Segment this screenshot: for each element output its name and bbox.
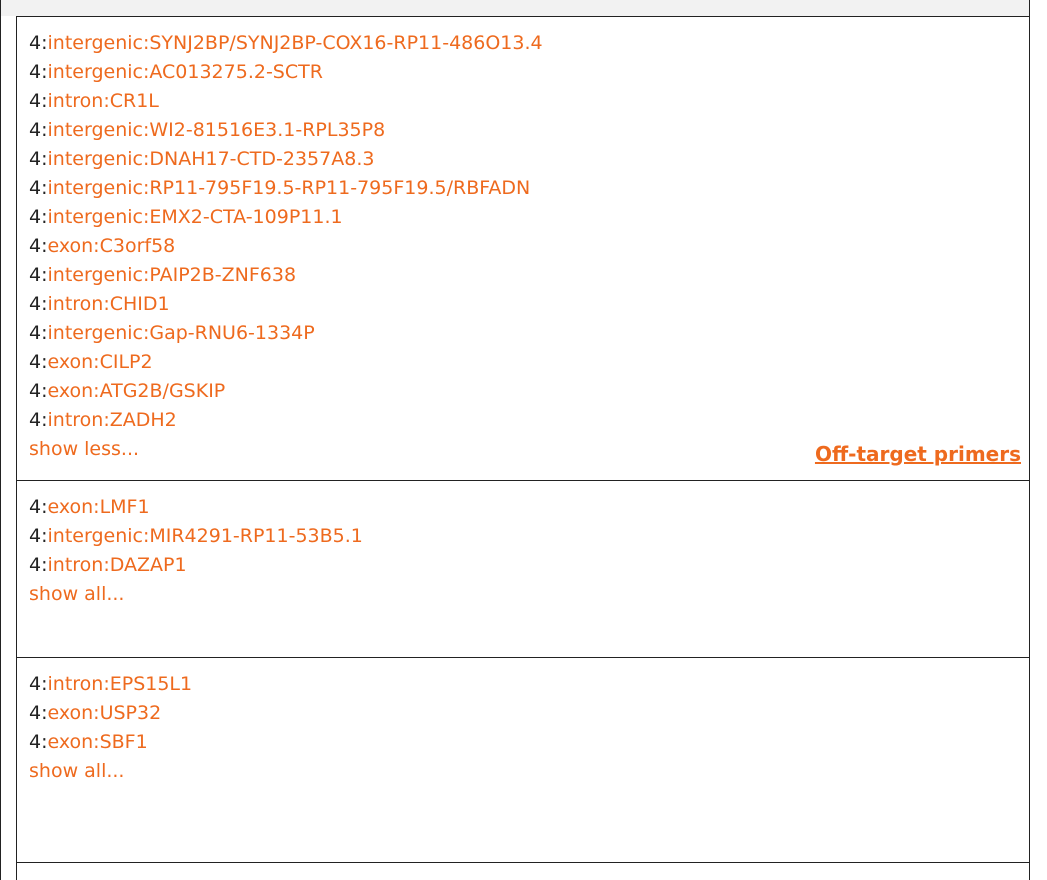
list-item[interactable]: 4:intergenic:MIR4291-RP11-53B5.1: [29, 522, 1029, 551]
item-label: intergenic:RP11-795F19.5-RP11-795F19.5/R…: [47, 177, 531, 199]
item-label: intergenic:EMX2-CTA-109P11.1: [47, 206, 343, 228]
list-item[interactable]: 4:exon:USP32: [29, 699, 1029, 728]
table-header-strip: [0, 0, 1030, 16]
offtarget-cell-3: 4:intron:EPS15L1 4:exon:USP32 4:exon:SBF…: [16, 657, 1030, 863]
item-label: intergenic:SYNJ2BP/SYNJ2BP-COX16-RP11-48…: [47, 32, 543, 54]
list-item[interactable]: 4:intergenic:Gap-RNU6-1334P: [29, 319, 1029, 348]
list-item[interactable]: 4:intergenic:SYNJ2BP/SYNJ2BP-COX16-RP11-…: [29, 29, 1029, 58]
list-item[interactable]: 4:intron:CR1L: [29, 87, 1029, 116]
offtarget-cell-1: 4:intergenic:SYNJ2BP/SYNJ2BP-COX16-RP11-…: [16, 16, 1030, 481]
show-all-link[interactable]: show all...: [29, 757, 1029, 786]
list-item[interactable]: 4:exon:SBF1: [29, 728, 1029, 757]
list-item[interactable]: 4:intron:CHID1: [29, 290, 1029, 319]
offtarget-cell-2: 4:exon:LMF1 4:intergenic:MIR4291-RP11-53…: [16, 480, 1030, 658]
list-item[interactable]: 4:intergenic:DNAH17-CTD-2357A8.3: [29, 145, 1029, 174]
item-label: exon:CILP2: [47, 351, 153, 373]
results-page: 4:intergenic:SYNJ2BP/SYNJ2BP-COX16-RP11-…: [0, 0, 1047, 880]
item-label: intergenic:PAIP2B-ZNF638: [47, 264, 297, 286]
item-label: intron:CHID1: [47, 293, 170, 315]
list-item[interactable]: 4:exon:C3orf58: [29, 232, 1029, 261]
list-item[interactable]: 4:intron:EPS15L1: [29, 670, 1029, 699]
item-label: intergenic:DNAH17-CTD-2357A8.3: [47, 148, 375, 170]
item-label: intron:EPS15L1: [47, 673, 193, 695]
item-label: intron:ZADH2: [47, 409, 177, 431]
show-all-link[interactable]: show all...: [29, 580, 1029, 609]
item-label: intergenic:MIR4291-RP11-53B5.1: [47, 525, 363, 547]
list-item[interactable]: 4:intergenic:RP11-795F19.5-RP11-795F19.5…: [29, 174, 1029, 203]
list-item[interactable]: 4:intergenic:EMX2-CTA-109P11.1: [29, 203, 1029, 232]
list-item[interactable]: 4:intron:DAZAP1: [29, 551, 1029, 580]
item-label: exon:SBF1: [47, 731, 148, 753]
list-item[interactable]: 4:exon:ATG2B/GSKIP: [29, 377, 1029, 406]
item-label: intergenic:AC013275.2-SCTR: [47, 61, 323, 83]
offtarget-cell-4: [16, 862, 1030, 880]
list-item[interactable]: 4:intergenic:PAIP2B-ZNF638: [29, 261, 1029, 290]
item-label: intergenic:Gap-RNU6-1334P: [47, 322, 315, 344]
item-label: intron:DAZAP1: [47, 554, 187, 576]
list-item[interactable]: 4:exon:CILP2: [29, 348, 1029, 377]
list-item[interactable]: 4:exon:LMF1: [29, 493, 1029, 522]
item-label: exon:USP32: [47, 702, 162, 724]
item-label: intergenic:WI2-81516E3.1-RPL35P8: [47, 119, 386, 141]
list-item[interactable]: 4:intergenic:AC013275.2-SCTR: [29, 58, 1029, 87]
left-column-border: [0, 0, 1, 880]
item-label: exon:LMF1: [47, 496, 150, 518]
list-item[interactable]: 4:intron:ZADH2: [29, 406, 1029, 435]
item-label: exon:C3orf58: [47, 235, 176, 257]
list-item[interactable]: 4:intergenic:WI2-81516E3.1-RPL35P8: [29, 116, 1029, 145]
item-label: intron:CR1L: [47, 90, 159, 112]
off-target-primers-link[interactable]: Off-target primers: [815, 442, 1021, 466]
item-label: exon:ATG2B/GSKIP: [47, 380, 226, 402]
